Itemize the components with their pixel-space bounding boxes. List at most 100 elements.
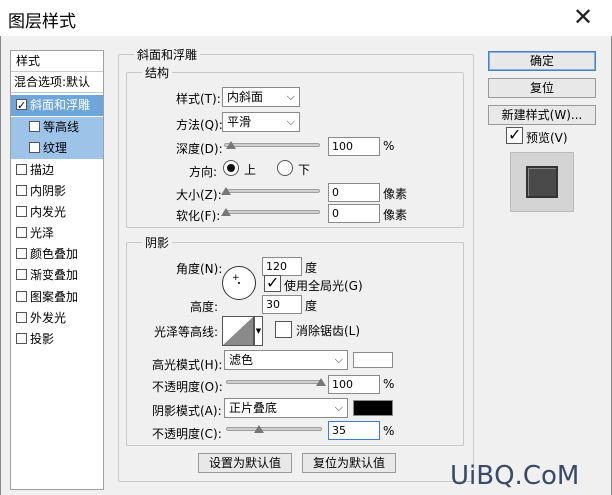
list-item-blending-options[interactable]: 混合选项:默认	[11, 72, 103, 93]
chevron-down-icon: ⌵	[286, 90, 295, 103]
highlight-opacity-unit: %	[383, 377, 395, 391]
list-item-label: 样式	[16, 54, 41, 68]
altitude-unit: 度	[305, 299, 318, 313]
list-item-label: 斜面和浮雕	[30, 98, 91, 112]
checkbox-bevel-emboss[interactable]	[16, 95, 27, 116]
global-light-label: 使用全局光(G)	[284, 279, 363, 293]
preview-swatch	[526, 166, 558, 198]
style-label: 样式(T):	[176, 92, 221, 106]
anti-aliased-checkbox[interactable]	[275, 321, 292, 338]
chevron-down-icon[interactable]: ▼	[254, 316, 263, 346]
altitude-input[interactable]: 30	[262, 295, 302, 314]
list-item-label: 图案叠加	[30, 290, 79, 304]
list-item-label: 内阴影	[30, 184, 67, 198]
highlight-opacity-track[interactable]	[226, 380, 322, 384]
checkbox-contour[interactable]	[29, 121, 40, 132]
reset-default-button[interactable]: 复位为默认值	[302, 453, 396, 473]
list-item-satin[interactable]: 光泽	[11, 223, 103, 244]
highlight-opacity-thumb[interactable]	[316, 378, 326, 386]
list-item-label: 渐变叠加	[30, 268, 79, 282]
list-item-pattern-overlay[interactable]: 图案叠加	[11, 287, 103, 308]
preview-label: 预览(V)	[526, 131, 568, 145]
checkbox-stroke[interactable]	[16, 164, 27, 175]
soften-slider-thumb[interactable]	[221, 208, 231, 216]
direction-up-radio[interactable]	[223, 160, 239, 176]
list-item-stroke[interactable]: 描边	[11, 160, 103, 181]
depth-slider-thumb[interactable]	[226, 141, 236, 149]
soften-slider-track[interactable]	[224, 210, 320, 214]
soften-label: 软化(F):	[176, 209, 221, 223]
highlight-color-swatch[interactable]	[353, 352, 393, 368]
altitude-label: 高度:	[190, 300, 219, 314]
style-dropdown[interactable]: 内斜面 ⌵	[222, 87, 300, 107]
checkbox-inner-shadow[interactable]	[16, 185, 27, 196]
size-slider-thumb[interactable]	[221, 187, 231, 195]
shadow-color-swatch[interactable]	[353, 400, 393, 416]
list-item-drop-shadow[interactable]: 投影	[11, 329, 103, 350]
size-input[interactable]: 0	[328, 183, 380, 202]
list-item-texture[interactable]: 纹理	[11, 138, 103, 159]
list-item-inner-shadow[interactable]: 内阴影	[11, 181, 103, 202]
direction-down-radio[interactable]	[277, 160, 293, 176]
technique-dropdown[interactable]: 平滑 ⌵	[222, 112, 300, 132]
depth-slider-track[interactable]	[224, 143, 320, 147]
soften-unit: 像素	[383, 208, 408, 222]
depth-label: 深度(D):	[176, 142, 223, 156]
direction-label: 方向:	[189, 165, 218, 179]
checkbox-satin[interactable]	[16, 227, 27, 238]
gloss-contour-preview[interactable]	[222, 316, 254, 346]
style-list: 样式 混合选项:默认 斜面和浮雕 等高线 纹理 描边 内阴影 内发光 光泽 颜色…	[10, 50, 104, 490]
highlight-opacity-label: 不透明度(O):	[152, 380, 223, 394]
checkbox-inner-glow[interactable]	[16, 206, 27, 217]
chevron-down-icon: ⌵	[334, 401, 343, 414]
checkbox-texture[interactable]	[29, 142, 40, 153]
angle-unit: 度	[305, 261, 318, 275]
shadow-opacity-input[interactable]: 35	[328, 421, 380, 440]
shadow-opacity-unit: %	[383, 424, 395, 438]
global-light-checkbox[interactable]	[264, 273, 281, 292]
soften-input[interactable]: 0	[328, 204, 380, 223]
new-style-button[interactable]: 新建样式(W)...	[488, 105, 596, 125]
structure-title: 结构	[142, 64, 173, 81]
list-item-outer-glow[interactable]: 外发光	[11, 308, 103, 329]
size-unit: 像素	[383, 187, 408, 201]
make-default-button[interactable]: 设置为默认值	[198, 453, 292, 473]
preview-checkbox[interactable]	[506, 125, 523, 144]
checkbox-pattern-overlay[interactable]	[16, 291, 27, 302]
close-icon[interactable]: ✕	[568, 2, 598, 32]
checkbox-gradient-overlay[interactable]	[16, 269, 27, 280]
shadow-opacity-thumb[interactable]	[254, 425, 264, 433]
technique-dropdown-value: 平滑	[227, 115, 252, 129]
checkbox-outer-glow[interactable]	[16, 312, 27, 323]
chevron-down-icon: ⌵	[334, 353, 343, 366]
direction-up-label: 上	[244, 163, 257, 177]
list-item-label: 混合选项:默认	[14, 75, 91, 89]
angle-dial[interactable]: +	[222, 266, 256, 300]
window-title: 图层样式	[8, 12, 76, 32]
highlight-mode-label: 高光模式(H):	[152, 358, 223, 372]
list-item-styles[interactable]: 样式	[11, 51, 103, 72]
list-item-contour[interactable]: 等高线	[11, 117, 103, 138]
size-slider-track[interactable]	[224, 189, 320, 193]
checkbox-color-overlay[interactable]	[16, 248, 27, 259]
shadow-mode-value: 正片叠底	[229, 401, 278, 415]
checkbox-drop-shadow[interactable]	[16, 333, 27, 344]
ok-button[interactable]: 确定	[488, 51, 596, 71]
list-item-color-overlay[interactable]: 颜色叠加	[11, 244, 103, 265]
crosshair-icon: +	[232, 273, 240, 283]
list-item-bevel-emboss[interactable]: 斜面和浮雕	[11, 95, 103, 116]
list-item-label: 描边	[30, 163, 55, 177]
shadow-mode-dropdown[interactable]: 正片叠底 ⌵	[224, 398, 348, 418]
depth-input[interactable]: 100	[328, 137, 380, 156]
reset-button[interactable]: 复位	[488, 78, 596, 98]
direction-down-label: 下	[298, 163, 311, 177]
highlight-mode-dropdown[interactable]: 滤色 ⌵	[224, 350, 348, 370]
size-label: 大小(Z):	[176, 188, 222, 202]
title-bar	[0, 0, 612, 36]
shadow-opacity-track[interactable]	[226, 427, 322, 431]
list-item-gradient-overlay[interactable]: 渐变叠加	[11, 265, 103, 286]
style-preview-thumbnail	[510, 152, 574, 212]
list-item-inner-glow[interactable]: 内发光	[11, 202, 103, 223]
shading-title: 阴影	[142, 234, 173, 251]
highlight-opacity-input[interactable]: 100	[328, 375, 380, 394]
